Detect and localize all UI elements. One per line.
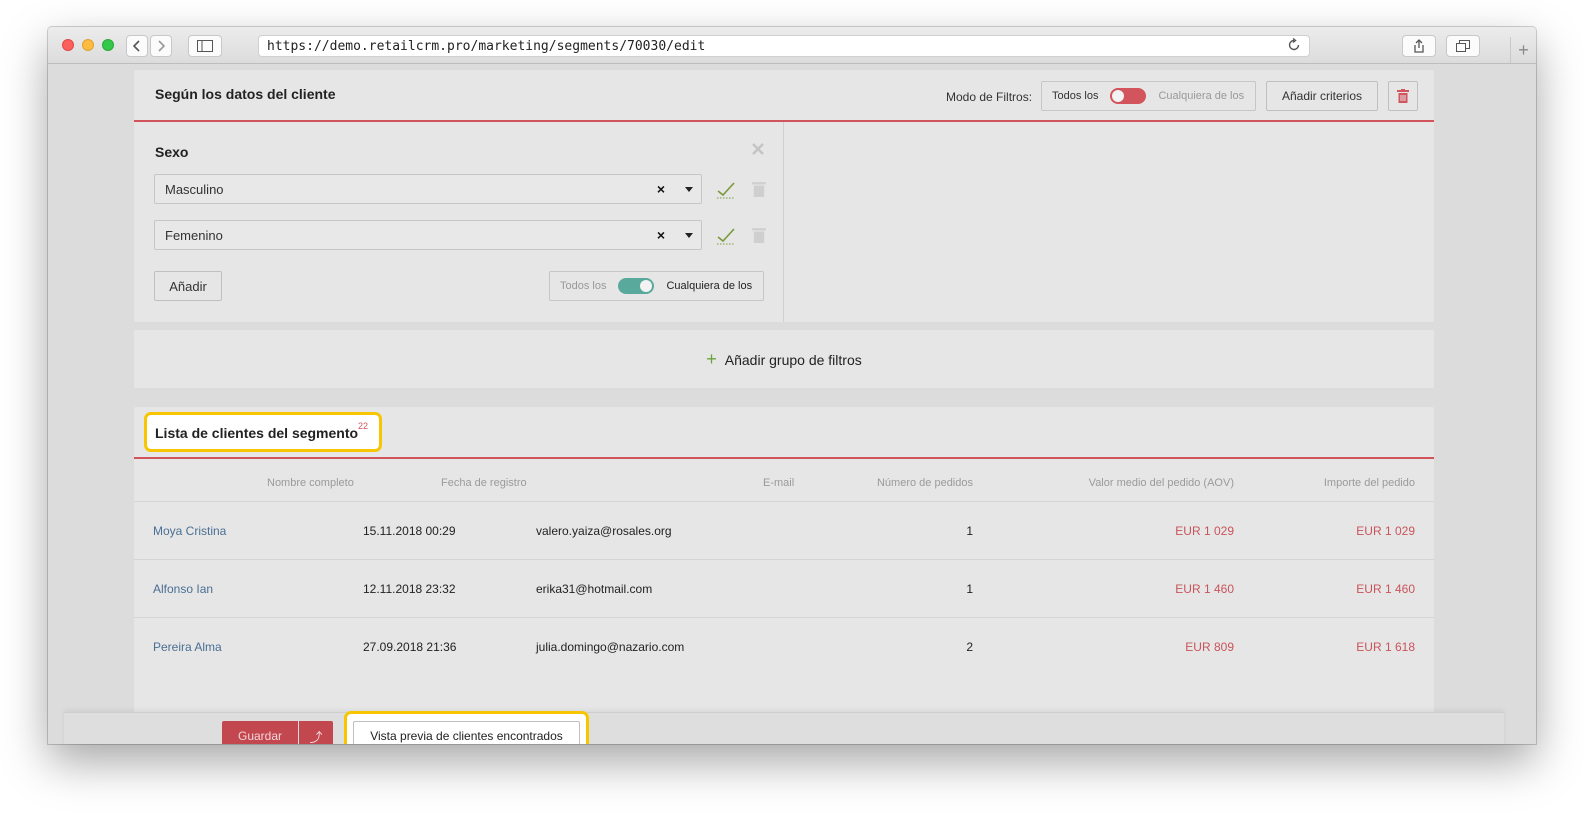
tabs-icon (1456, 40, 1470, 52)
zoom-window-icon[interactable] (102, 39, 114, 51)
order-count: 1 (966, 524, 973, 538)
chevron-right-icon (158, 40, 166, 52)
clear-icon[interactable]: × (657, 227, 665, 243)
trash-icon[interactable] (752, 227, 766, 243)
client-table-header: Nombre completo Fecha de registro E-mail… (134, 469, 1434, 501)
client-list-title: Lista de clientes del segmento (155, 425, 359, 441)
save-button[interactable]: Guardar (222, 721, 298, 744)
filter-mode-any-label: Cualquiera de los (1158, 90, 1245, 102)
sexo-mode-all-label: Todos los (560, 280, 607, 292)
criteria-panel: Según los datos del cliente Modo de Filt… (134, 70, 1434, 322)
table-row: Pereira Alma 27.09.2018 21:36 julia.domi… (134, 617, 1434, 675)
col-registration-date[interactable]: Fecha de registro (441, 477, 527, 489)
plus-icon: + (706, 349, 717, 369)
client-name-link[interactable]: Pereira Alma (153, 640, 222, 654)
minimize-window-icon[interactable] (82, 39, 94, 51)
add-filter-group-button[interactable]: + Añadir grupo de filtros (134, 349, 1434, 370)
criteria-panel-title: Según los datos del cliente (155, 86, 336, 102)
add-filter-group-label: Añadir grupo de filtros (724, 352, 862, 368)
client-email: erika31@hotmail.com (536, 582, 653, 596)
browser-toolbar: https://demo.retailcrm.pro/marketing/seg… (48, 27, 1536, 64)
checkmark-icon[interactable] (716, 179, 736, 199)
sexo-filter-block: Sexo Masculino × Femenino × Añadir Todos… (134, 122, 784, 322)
filter-mode-all-label: Todos los (1052, 90, 1099, 102)
share-button[interactable] (1402, 35, 1436, 57)
aov-value: EUR 1 029 (1175, 524, 1234, 538)
sexo-mode-any-label: Cualquiera de los (666, 280, 753, 292)
page-content: Según los datos del cliente Modo de Filt… (48, 64, 1536, 744)
new-tab-button[interactable]: + (1510, 37, 1536, 63)
client-name-link[interactable]: Moya Cristina (153, 524, 226, 538)
sexo-mode-toggle[interactable]: Todos los Cualquiera de los (549, 271, 764, 301)
client-count-badge: 22 (358, 421, 369, 431)
client-name-link[interactable]: Alfonso Ian (153, 582, 213, 596)
checkmark-icon[interactable] (716, 225, 736, 245)
order-total: EUR 1 618 (1356, 640, 1415, 654)
table-row: Alfonso Ian 12.11.2018 23:32 erika31@hot… (134, 559, 1434, 617)
browser-window: https://demo.retailcrm.pro/marketing/seg… (48, 27, 1536, 744)
trash-icon[interactable] (752, 181, 766, 197)
aov-value: EUR 1 460 (1175, 582, 1234, 596)
sexo-select-2[interactable]: Femenino × (154, 220, 702, 250)
sexo-select-1[interactable]: Masculino × (154, 174, 702, 204)
client-list-panel: Lista de clientes del segmento 22 Nombre… (134, 407, 1434, 744)
switch-knob (1112, 90, 1125, 102)
sexo-filter-title: Sexo (155, 144, 189, 160)
criteria-panel-header: Según los datos del cliente Modo de Filt… (134, 70, 1434, 122)
share-icon (1414, 39, 1424, 53)
remove-filter-icon[interactable] (751, 142, 765, 156)
preview-button-highlight: Vista previa de clientes encontrados (344, 711, 589, 744)
registration-date: 12.11.2018 23:32 (363, 582, 456, 596)
order-total: EUR 1 029 (1356, 524, 1415, 538)
aov-value: EUR 809 (1185, 640, 1234, 654)
save-options-button[interactable]: ⤴ (299, 721, 333, 744)
chevron-left-icon (132, 40, 140, 52)
col-full-name[interactable]: Nombre completo (267, 477, 354, 489)
arrow-up-icon: ⤴ (309, 729, 323, 745)
client-email: valero.yaiza@rosales.org (536, 524, 672, 538)
close-window-icon[interactable] (62, 39, 74, 51)
caret-down-icon[interactable] (685, 187, 693, 192)
caret-down-icon[interactable] (685, 233, 693, 238)
client-email: julia.domingo@nazario.com (536, 640, 685, 654)
order-count: 1 (966, 582, 973, 596)
reload-icon[interactable] (1287, 38, 1301, 52)
preview-clients-button[interactable]: Vista previa de clientes encontrados (353, 721, 580, 744)
registration-date: 27.09.2018 21:36 (363, 640, 457, 654)
sexo-mode-switch[interactable] (618, 278, 655, 294)
order-total: EUR 1 460 (1356, 582, 1415, 596)
back-button[interactable] (126, 35, 148, 57)
sidebar-toggle-button[interactable] (188, 35, 222, 57)
client-list-title-highlight: Lista de clientes del segmento 22 (144, 412, 382, 452)
col-order-total[interactable]: Importe del pedido (1324, 477, 1415, 489)
delete-criteria-button[interactable] (1388, 81, 1418, 111)
add-value-button[interactable]: Añadir (154, 271, 222, 301)
registration-date: 15.11.2018 00:29 (363, 524, 456, 538)
address-bar[interactable]: https://demo.retailcrm.pro/marketing/seg… (258, 35, 1310, 57)
action-footer: Guardar ⤴ Vista previa de clientes encon… (64, 711, 1504, 744)
plus-icon: + (1518, 39, 1529, 60)
col-order-count[interactable]: Número de pedidos (877, 477, 973, 489)
forward-button[interactable] (150, 35, 172, 57)
table-row: Moya Cristina 15.11.2018 00:29 valero.ya… (134, 501, 1434, 559)
sexo-select-value: Masculino (165, 182, 224, 197)
filter-mode-label: Modo de Filtros: (946, 90, 1033, 104)
col-email[interactable]: E-mail (763, 477, 794, 489)
sexo-select-value: Femenino (165, 228, 223, 243)
switch-knob (640, 280, 653, 292)
filter-mode-switch[interactable] (1110, 88, 1147, 104)
col-aov[interactable]: Valor medio del pedido (AOV) (1089, 477, 1234, 489)
tabs-overview-button[interactable] (1446, 35, 1480, 57)
sidebar-icon (197, 40, 213, 52)
filter-mode-toggle[interactable]: Todos los Cualquiera de los (1041, 81, 1256, 111)
trash-icon (1397, 89, 1409, 103)
add-criteria-button[interactable]: Añadir criterios (1266, 81, 1378, 111)
add-filter-group-panel[interactable]: + Añadir grupo de filtros (134, 330, 1434, 388)
url-text: https://demo.retailcrm.pro/marketing/seg… (267, 39, 706, 54)
order-count: 2 (966, 640, 973, 654)
clear-icon[interactable]: × (657, 181, 665, 197)
